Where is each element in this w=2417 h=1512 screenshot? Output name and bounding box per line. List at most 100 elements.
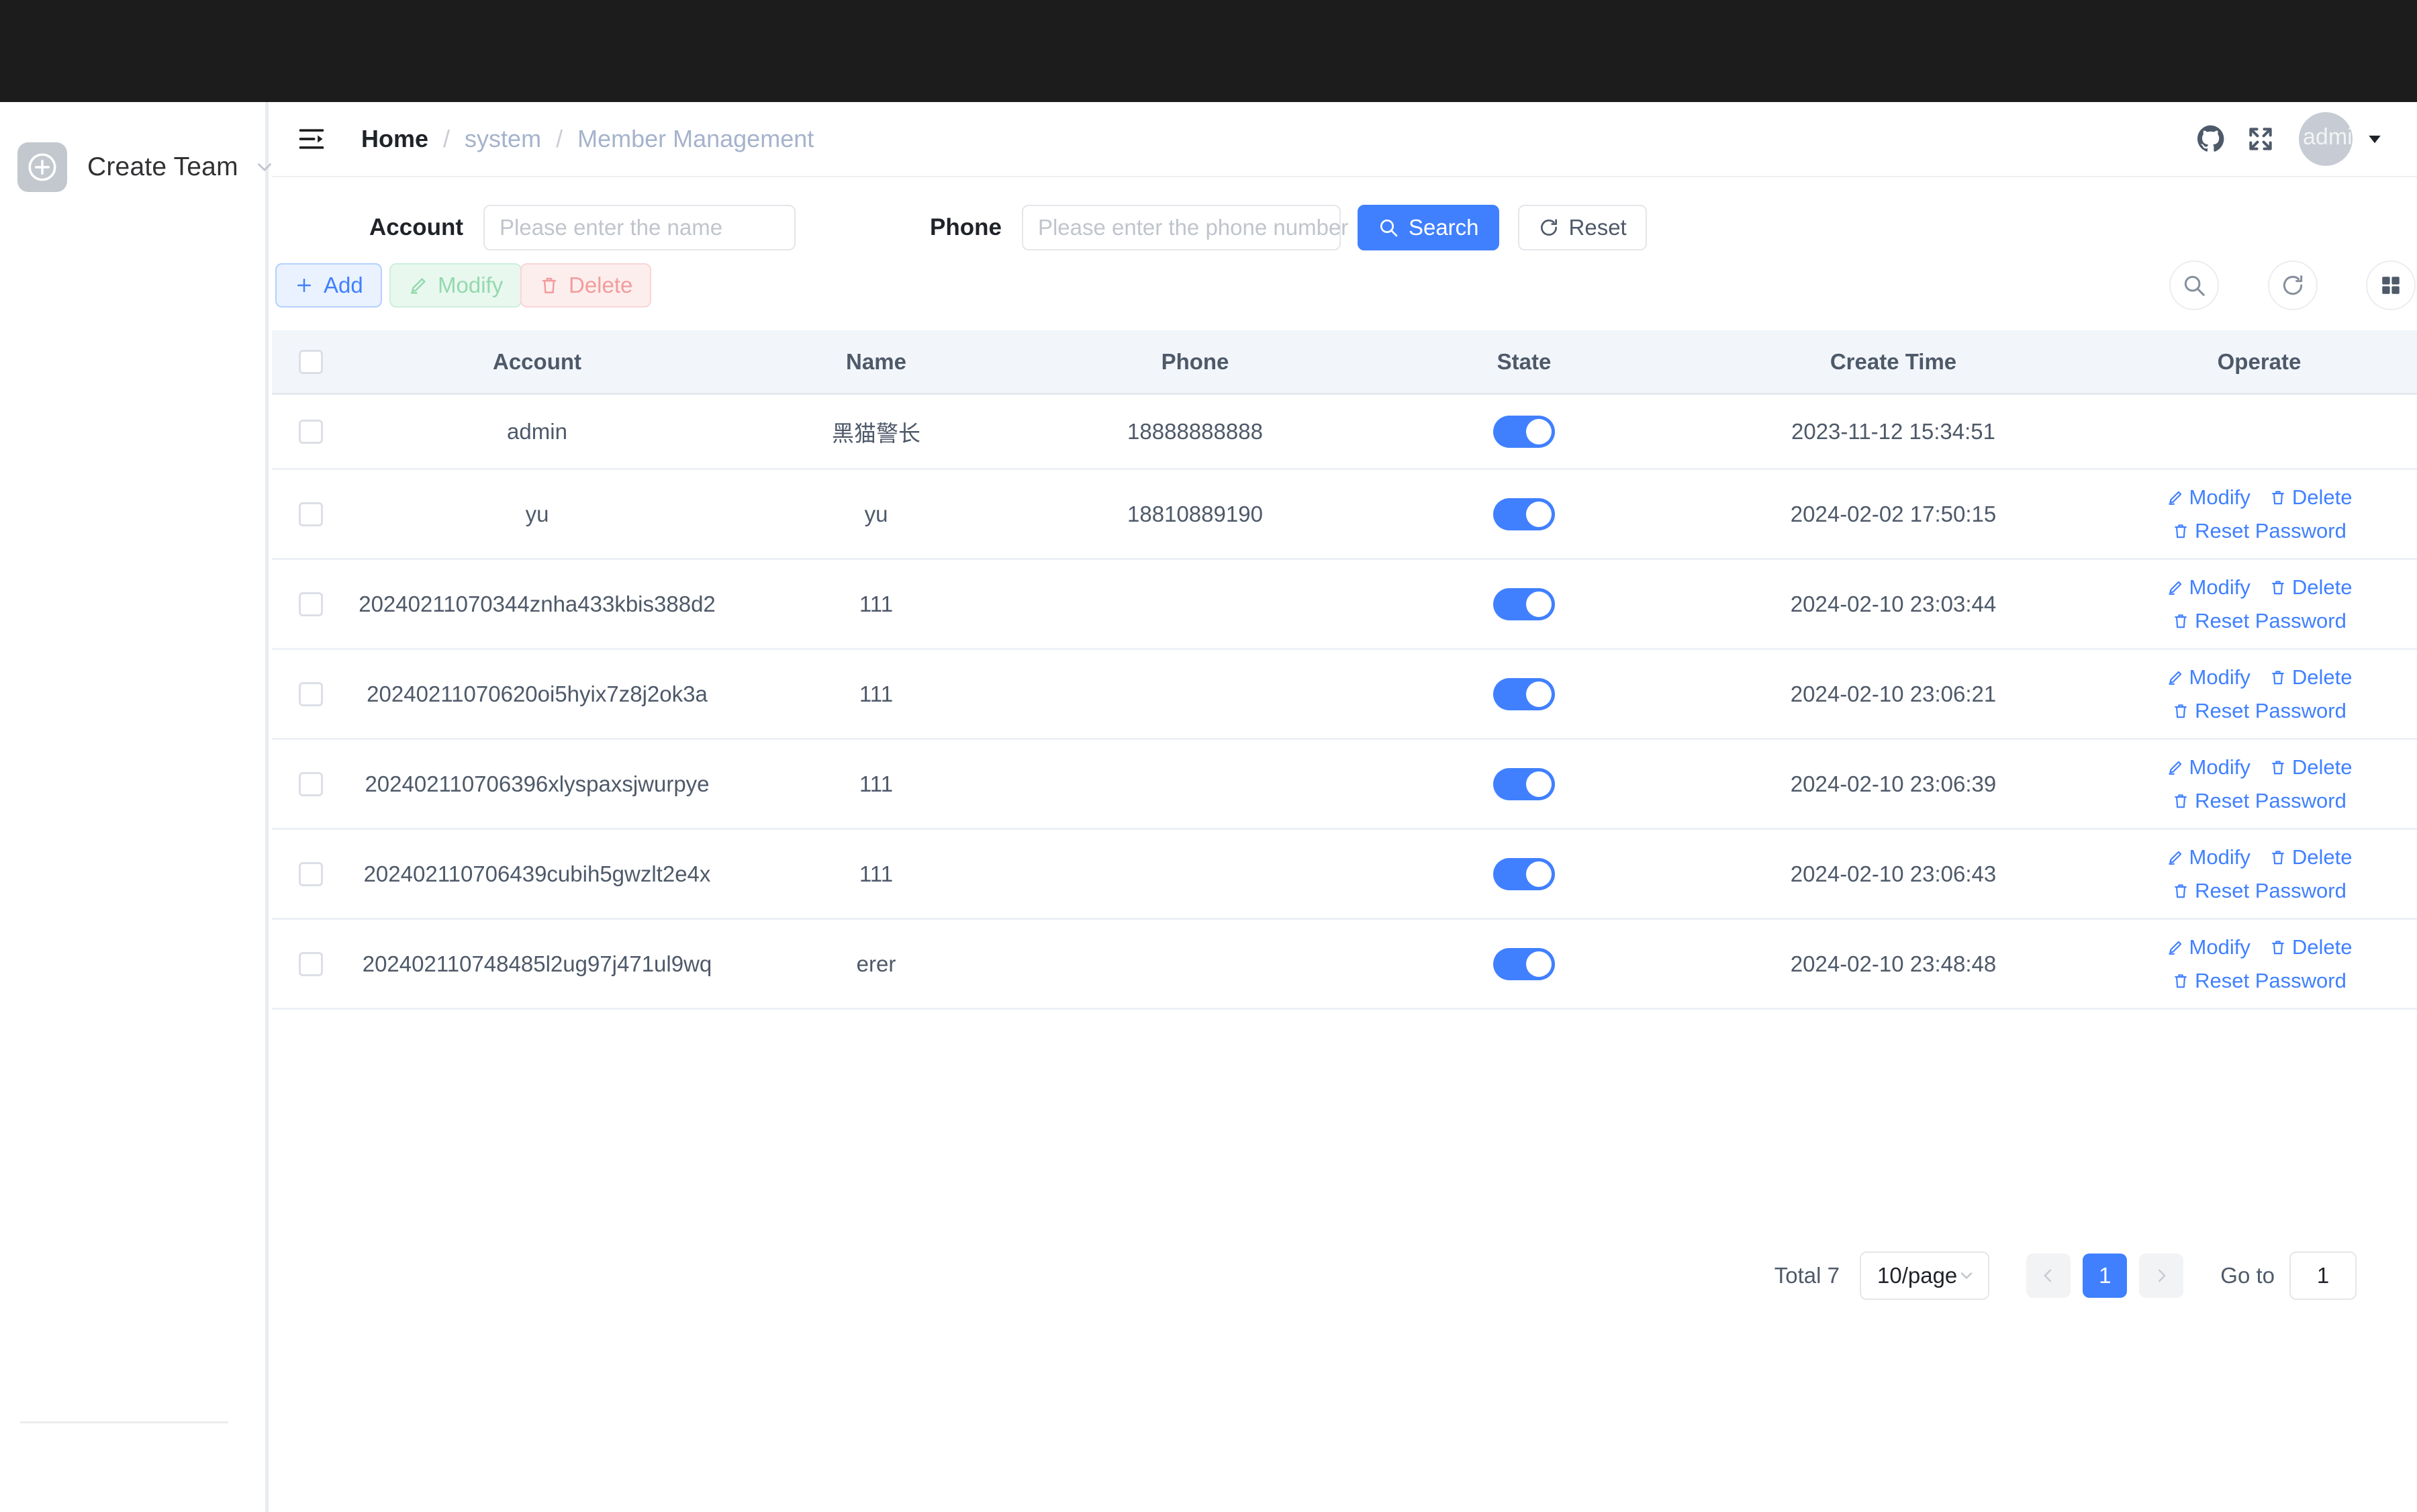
- row-delete-link[interactable]: Delete: [2269, 575, 2352, 600]
- add-button[interactable]: Add: [275, 263, 382, 308]
- state-toggle[interactable]: [1493, 498, 1555, 530]
- cell-phone: 18810889190: [1127, 501, 1263, 526]
- phone-input[interactable]: Please enter the phone number: [1021, 205, 1348, 250]
- delete-button[interactable]: Delete: [520, 263, 652, 308]
- row-modify-link[interactable]: Modify: [2167, 485, 2250, 510]
- row-reset-password-link[interactable]: Reset Password: [2172, 699, 2347, 723]
- cell-state: [1363, 498, 1685, 530]
- table-row[interactable]: 20240211070344znha433kbis388d2 111 2024-02…: [272, 560, 2417, 650]
- state-toggle[interactable]: [1493, 947, 1555, 980]
- account-input[interactable]: Please enter the name: [483, 205, 796, 250]
- page-header: Home / system / Member Management admin: [272, 102, 2417, 177]
- table-row[interactable]: 202402110748485l2ug97j471ul9wq erer 2024-0…: [272, 920, 2417, 1010]
- column-header-account[interactable]: Account: [349, 349, 725, 375]
- trash-icon: [2175, 524, 2187, 538]
- table-columns-button[interactable]: [2366, 261, 2416, 310]
- modify-button[interactable]: Modify: [389, 263, 522, 308]
- row-delete-link[interactable]: Delete: [2269, 665, 2352, 690]
- sidebar-item-member-management[interactable]: Member Manage…: [17, 1505, 252, 1512]
- table-toolbar: Add Modify Delete: [272, 261, 2417, 324]
- table-row[interactable]: 202402110706396xlyspaxsjwurpye 111 2024-02…: [272, 740, 2417, 830]
- trash-icon: [2175, 704, 2187, 718]
- state-toggle[interactable]: [1493, 587, 1555, 620]
- state-toggle[interactable]: [1493, 857, 1555, 890]
- cell-account: 20240211070620oi5hyix7z8j2ok3a: [367, 681, 708, 706]
- cell-operate: Modify Delete Reset Password: [2101, 845, 2417, 903]
- trash-icon: [2272, 490, 2284, 504]
- row-reset-password-link[interactable]: Reset Password: [2172, 879, 2347, 903]
- cell-state: [1363, 677, 1685, 710]
- row-reset-password-link[interactable]: Reset Password: [2172, 519, 2347, 543]
- cell-name: erer: [856, 951, 896, 976]
- row-delete-link[interactable]: Delete: [2269, 485, 2352, 510]
- github-icon[interactable]: [2186, 114, 2236, 164]
- search-button[interactable]: Search: [1357, 205, 1499, 250]
- breadcrumb-home[interactable]: Home: [361, 125, 428, 153]
- row-checkbox[interactable]: [272, 951, 349, 976]
- row-checkbox[interactable]: [272, 592, 349, 616]
- table-row[interactable]: 20240211070620oi5hyix7z8j2ok3a 111 2024-02…: [272, 650, 2417, 740]
- trash-icon: [542, 277, 556, 293]
- trash-icon: [2175, 794, 2187, 808]
- state-toggle[interactable]: [1493, 767, 1555, 800]
- state-toggle[interactable]: [1493, 677, 1555, 710]
- row-modify-link[interactable]: Modify: [2167, 575, 2250, 600]
- row-delete-link[interactable]: Delete: [2269, 935, 2352, 959]
- trash-icon: [2272, 670, 2284, 684]
- avatar[interactable]: admin: [2299, 112, 2353, 166]
- cell-operate: Modify Delete Reset Password: [2101, 575, 2417, 633]
- row-delete-link[interactable]: Delete: [2269, 755, 2352, 779]
- table-refresh-button[interactable]: [2268, 261, 2318, 310]
- create-team-button[interactable]: Create Team: [17, 130, 271, 204]
- table-row[interactable]: yu yu 18810889190 2024-02-02 17:50:15 Modify…: [272, 470, 2417, 560]
- pagination-goto-label: Go to: [2220, 1263, 2275, 1288]
- table-row[interactable]: admin 黑猫警长 18888888888 2023-11-12 15:34:51: [272, 395, 2417, 470]
- menu-fold-icon[interactable]: [294, 122, 329, 156]
- cell-state: [1363, 587, 1685, 620]
- page-size-select[interactable]: 10/page: [1859, 1251, 1990, 1300]
- row-delete-link[interactable]: Delete: [2269, 845, 2352, 869]
- account-field-group: Account Please enter the name: [369, 205, 796, 250]
- column-header-create-time[interactable]: Create Time: [1685, 349, 2101, 375]
- avatar-label: admin: [2303, 124, 2353, 150]
- pagination-page-1[interactable]: 1: [2083, 1254, 2128, 1298]
- state-toggle[interactable]: [1493, 415, 1555, 448]
- table-row[interactable]: 202402110706439cubih5gwzlt2e4x 111 2024-02…: [272, 830, 2417, 920]
- row-reset-password-link[interactable]: Reset Password: [2172, 969, 2347, 993]
- row-modify-link[interactable]: Modify: [2167, 755, 2250, 779]
- cell-state: [1363, 767, 1685, 800]
- pagination-next-button[interactable]: [2139, 1254, 2184, 1298]
- row-checkbox[interactable]: [272, 681, 349, 706]
- cell-state: [1363, 947, 1685, 980]
- phone-input-placeholder: Please enter the phone number: [1037, 215, 1349, 240]
- column-header-name[interactable]: Name: [725, 349, 1027, 375]
- pencil-icon: [2168, 581, 2181, 595]
- reset-button[interactable]: Reset: [1517, 205, 1647, 250]
- row-reset-password-link[interactable]: Reset Password: [2172, 609, 2347, 633]
- breadcrumb-system[interactable]: system: [465, 125, 541, 153]
- row-modify-link[interactable]: Modify: [2167, 665, 2250, 690]
- pencil-icon: [2168, 941, 2181, 955]
- row-reset-password-link[interactable]: Reset Password: [2172, 789, 2347, 813]
- fullscreen-icon[interactable]: [2236, 114, 2285, 164]
- main-content: Account Please enter the name Phone Plea…: [272, 177, 2417, 1512]
- row-checkbox[interactable]: [272, 771, 349, 796]
- search-icon: [1380, 220, 1398, 237]
- row-checkbox[interactable]: [272, 419, 349, 444]
- column-header-phone[interactable]: Phone: [1027, 349, 1363, 375]
- pagination-goto-input[interactable]: 1: [2289, 1251, 2357, 1300]
- cell-state: [1363, 857, 1685, 890]
- row-checkbox[interactable]: [272, 502, 349, 526]
- select-all-checkbox[interactable]: [272, 349, 349, 374]
- trash-icon: [2272, 940, 2284, 954]
- row-operations: Modify Delete Reset Password: [2101, 485, 2417, 543]
- cell-operate: Modify Delete Reset Password: [2101, 755, 2417, 813]
- column-header-state[interactable]: State: [1363, 349, 1685, 375]
- row-checkbox[interactable]: [272, 861, 349, 886]
- pagination-prev-button[interactable]: [2026, 1254, 2071, 1298]
- table-search-button[interactable]: [2169, 261, 2219, 310]
- row-modify-link[interactable]: Modify: [2167, 935, 2250, 959]
- table-body: admin 黑猫警长 18888888888 2023-11-12 15:34:51 y…: [272, 395, 2417, 1010]
- caret-down-icon[interactable]: [2353, 114, 2397, 164]
- row-modify-link[interactable]: Modify: [2167, 845, 2250, 869]
